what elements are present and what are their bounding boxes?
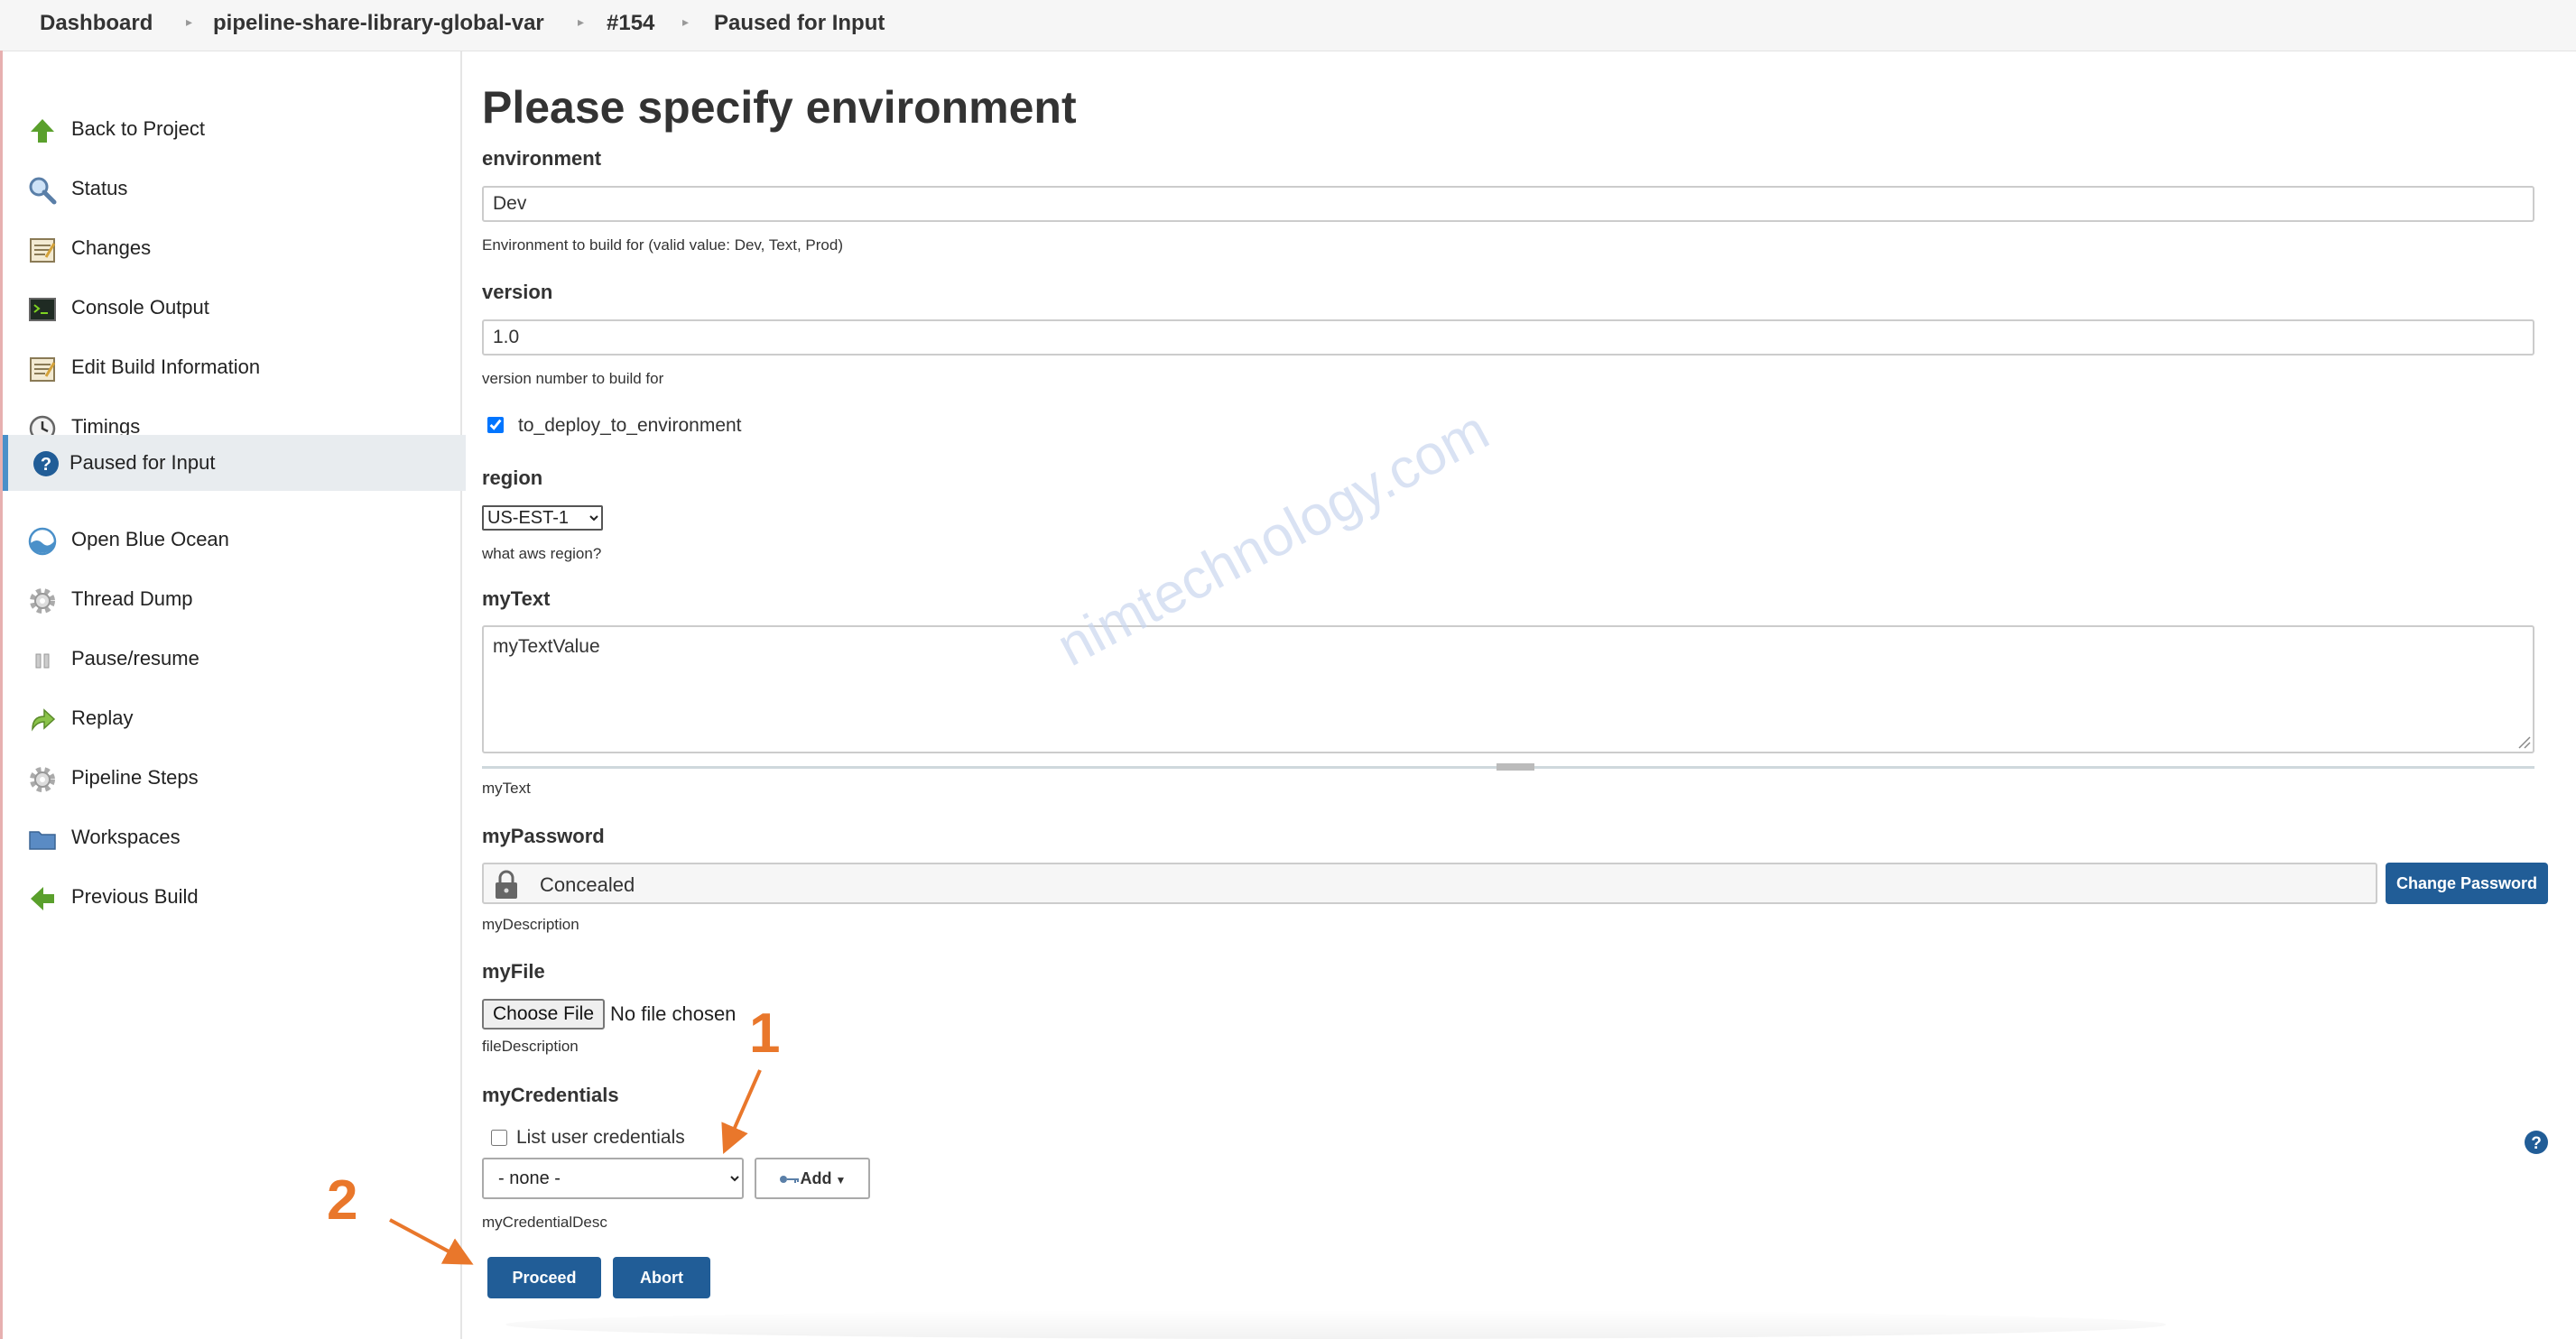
bottom-shadow [505, 1310, 2166, 1339]
annotation-arrow-2 [389, 1218, 474, 1265]
annotation-arrow-1 [721, 1069, 762, 1154]
annotation-arrows [389, 1069, 762, 1265]
